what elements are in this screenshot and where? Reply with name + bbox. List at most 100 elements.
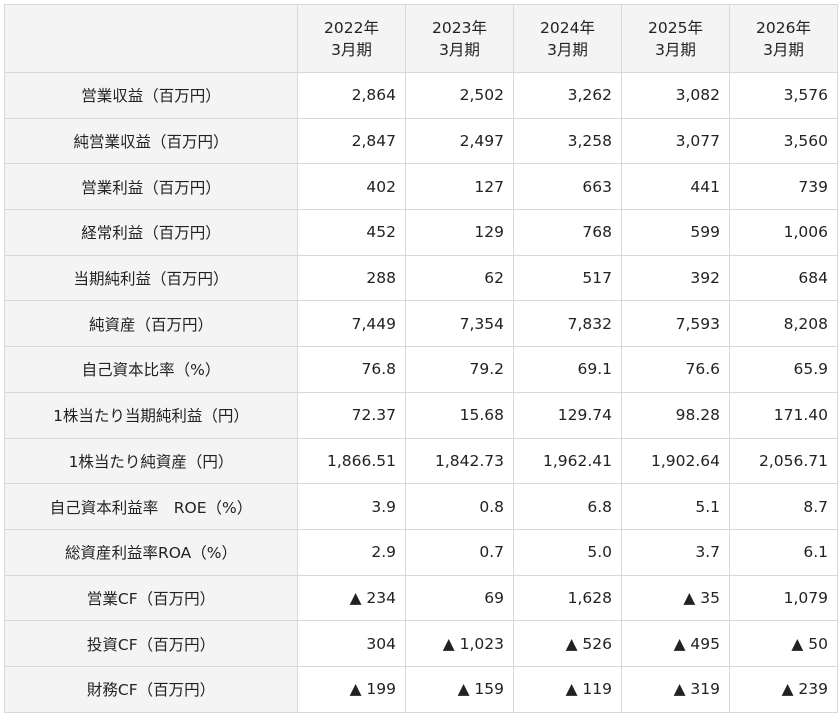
header-year-2023: 2023年 3月期 — [405, 4, 514, 73]
table-row: 1株当たり純資産（円） 1,866.51 1,842.73 1,962.41 1,902… — [4, 437, 838, 485]
value-cell: 8.7 — [729, 483, 838, 530]
value-cell: 3.7 — [621, 528, 730, 576]
value-cell: 684 — [729, 254, 838, 302]
value-cell: ▲ 199 — [297, 665, 406, 713]
value-cell: 3,262 — [513, 72, 622, 119]
value-cell: 1,628 — [513, 574, 622, 622]
value-cell: 0.8 — [405, 483, 514, 530]
header-corner-cell — [4, 4, 298, 73]
table-row: 当期純利益（百万円） 288 62 517 392 684 — [4, 254, 838, 302]
value-cell: 69 — [405, 574, 514, 622]
value-cell: 3,077 — [621, 117, 730, 165]
value-cell: 7,593 — [621, 300, 730, 348]
value-cell: 6.8 — [513, 483, 622, 530]
value-cell: 2,056.71 — [729, 437, 838, 485]
row-label: 自己資本利益率 ROE（%） — [4, 483, 298, 530]
value-cell: 663 — [513, 163, 622, 211]
value-cell: 129 — [405, 209, 514, 256]
value-cell: ▲ 119 — [513, 665, 622, 713]
row-label: 1株当たり純資産（円） — [4, 437, 298, 485]
value-cell: 3,576 — [729, 72, 838, 119]
header-year-2026: 2026年 3月期 — [729, 4, 838, 73]
value-cell: 5.1 — [621, 483, 730, 530]
value-cell: 768 — [513, 209, 622, 256]
value-cell: 171.40 — [729, 391, 838, 439]
table-row: 1株当たり当期純利益（円） 72.37 15.68 129.74 98.28 171.40 — [4, 391, 838, 439]
value-cell: 402 — [297, 163, 406, 211]
row-label: 総資産利益率ROA（%） — [4, 528, 298, 576]
header-row: 2022年 3月期 2023年 3月期 2024年 3月期 2025年 3月期 2026… — [4, 4, 838, 73]
value-cell: 7,832 — [513, 300, 622, 348]
value-cell: 2,502 — [405, 72, 514, 119]
value-cell: 65.9 — [729, 346, 838, 393]
value-cell: 129.74 — [513, 391, 622, 439]
value-cell: 288 — [297, 254, 406, 302]
value-cell: 452 — [297, 209, 406, 256]
value-cell: 7,354 — [405, 300, 514, 348]
header-year-2022: 2022年 3月期 — [297, 4, 406, 73]
value-cell: 5.0 — [513, 528, 622, 576]
value-cell: 127 — [405, 163, 514, 211]
value-cell: ▲ 319 — [621, 665, 730, 713]
value-cell: 1,962.41 — [513, 437, 622, 485]
row-label: 純営業収益（百万円） — [4, 117, 298, 165]
value-cell: 739 — [729, 163, 838, 211]
table-row: 自己資本比率（%） 76.8 79.2 69.1 76.6 65.9 — [4, 346, 838, 393]
value-cell: 1,866.51 — [297, 437, 406, 485]
value-cell: 2,847 — [297, 117, 406, 165]
table-row: 自己資本利益率 ROE（%） 3.9 0.8 6.8 5.1 8.7 — [4, 483, 838, 530]
row-label: 経常利益（百万円） — [4, 209, 298, 256]
value-cell: 79.2 — [405, 346, 514, 393]
value-cell: 76.8 — [297, 346, 406, 393]
table-row: 投資CF（百万円） 304 ▲ 1,023 ▲ 526 ▲ 495 ▲ 50 — [4, 620, 838, 667]
value-cell: 2.9 — [297, 528, 406, 576]
table-row: 財務CF（百万円） ▲ 199 ▲ 159 ▲ 119 ▲ 319 ▲ 239 — [4, 665, 838, 713]
table-row: 営業収益（百万円） 2,864 2,502 3,262 3,082 3,576 — [4, 72, 838, 119]
value-cell: 2,497 — [405, 117, 514, 165]
value-cell: ▲ 1,023 — [405, 620, 514, 667]
row-label: 財務CF（百万円） — [4, 665, 298, 713]
value-cell: 2,864 — [297, 72, 406, 119]
table-body: 営業収益（百万円） 2,864 2,502 3,262 3,082 3,576 純営業収益（… — [4, 72, 838, 713]
row-label: 営業CF（百万円） — [4, 574, 298, 622]
value-cell: 517 — [513, 254, 622, 302]
value-cell: 62 — [405, 254, 514, 302]
row-label: 自己資本比率（%） — [4, 346, 298, 393]
value-cell: 441 — [621, 163, 730, 211]
row-label: 純資産（百万円） — [4, 300, 298, 348]
value-cell: ▲ 35 — [621, 574, 730, 622]
value-cell: ▲ 526 — [513, 620, 622, 667]
value-cell: ▲ 159 — [405, 665, 514, 713]
row-label: 1株当たり当期純利益（円） — [4, 391, 298, 439]
value-cell: ▲ 50 — [729, 620, 838, 667]
value-cell: 7,449 — [297, 300, 406, 348]
table-row: 純営業収益（百万円） 2,847 2,497 3,258 3,077 3,560 — [4, 117, 838, 165]
value-cell: 1,842.73 — [405, 437, 514, 485]
value-cell: 599 — [621, 209, 730, 256]
table-row: 営業利益（百万円） 402 127 663 441 739 — [4, 163, 838, 211]
header-year-2025: 2025年 3月期 — [621, 4, 730, 73]
row-label: 当期純利益（百万円） — [4, 254, 298, 302]
value-cell: 1,006 — [729, 209, 838, 256]
value-cell: 3,560 — [729, 117, 838, 165]
value-cell: 304 — [297, 620, 406, 667]
value-cell: 72.37 — [297, 391, 406, 439]
value-cell: 3,082 — [621, 72, 730, 119]
table-row: 総資産利益率ROA（%） 2.9 0.7 5.0 3.7 6.1 — [4, 528, 838, 576]
row-label: 投資CF（百万円） — [4, 620, 298, 667]
value-cell: 0.7 — [405, 528, 514, 576]
value-cell: 8,208 — [729, 300, 838, 348]
table-row: 純資産（百万円） 7,449 7,354 7,832 7,593 8,208 — [4, 300, 838, 348]
value-cell: 392 — [621, 254, 730, 302]
value-cell: ▲ 495 — [621, 620, 730, 667]
value-cell: 3,258 — [513, 117, 622, 165]
value-cell: 76.6 — [621, 346, 730, 393]
value-cell: ▲ 234 — [297, 574, 406, 622]
value-cell: 98.28 — [621, 391, 730, 439]
value-cell: 3.9 — [297, 483, 406, 530]
value-cell: 15.68 — [405, 391, 514, 439]
value-cell: 1,079 — [729, 574, 838, 622]
row-label: 営業収益（百万円） — [4, 72, 298, 119]
value-cell: 1,902.64 — [621, 437, 730, 485]
value-cell: 69.1 — [513, 346, 622, 393]
